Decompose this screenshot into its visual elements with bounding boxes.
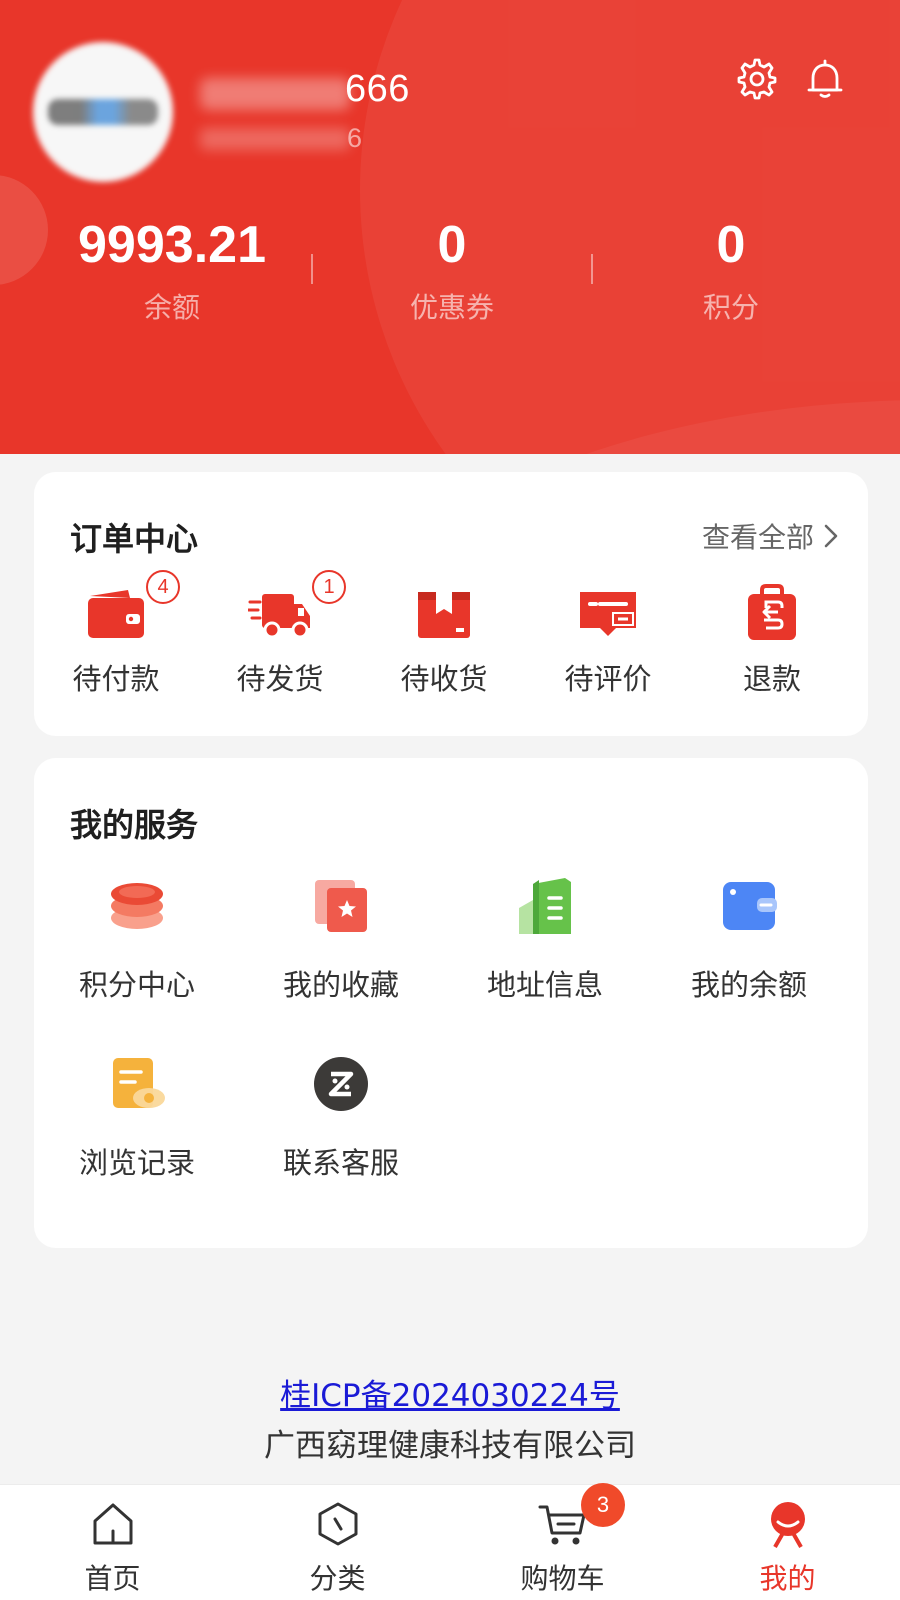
- bell-icon: [807, 59, 843, 98]
- wallet-icon: [88, 590, 144, 638]
- tab-home[interactable]: 首页: [0, 1485, 225, 1600]
- pending-shipment-badge: 1: [312, 570, 346, 604]
- chevron-right-icon: [824, 524, 838, 548]
- order-label: 退款: [742, 662, 801, 696]
- avatar[interactable]: [33, 42, 173, 182]
- browsing-history[interactable]: 浏览记录: [52, 1054, 222, 1184]
- service-label: 浏览记录: [78, 1146, 195, 1180]
- service-label: 联系客服: [282, 1146, 399, 1180]
- wallet-card-icon: [723, 882, 777, 930]
- tab-label: 我的: [759, 1562, 816, 1595]
- settings-button[interactable]: [733, 55, 781, 103]
- category-icon: [318, 1502, 358, 1546]
- truck-icon: [248, 594, 310, 639]
- company-name: 广西窈理健康科技有限公司: [264, 1428, 636, 1464]
- balance-label: 余额: [143, 291, 200, 324]
- points-stat[interactable]: 0 积分: [591, 210, 871, 326]
- bottom-tab-bar: 首页 分类 3 购物车 我的: [0, 1483, 900, 1600]
- view-all-label: 查看全部: [701, 521, 814, 554]
- order-pending-receipt[interactable]: 待收货: [382, 584, 502, 696]
- coins-stack-icon: [111, 883, 163, 929]
- order-pending-review[interactable]: 待评价: [546, 584, 666, 696]
- my-balance[interactable]: 我的余额: [664, 876, 834, 1006]
- my-services-card: 我的服务 积分中心 我的收藏 地址信息 我的余额 浏览记录 联系客服: [34, 758, 868, 1248]
- order-label: 待收货: [400, 662, 488, 696]
- service-label: 我的余额: [690, 968, 807, 1002]
- account-stats: 9993.21 余额 0 优惠券 0 积分: [0, 210, 900, 340]
- phone-blurred: [200, 128, 350, 150]
- tab-label: 分类: [309, 1562, 366, 1595]
- refund-bag-icon: [748, 584, 796, 640]
- gear-icon: [737, 58, 777, 100]
- order-label: 待评价: [564, 662, 652, 696]
- points-value: 0: [716, 216, 746, 274]
- cart-count-badge: 3: [581, 1483, 625, 1527]
- notifications-button[interactable]: [801, 55, 849, 103]
- my-favorites[interactable]: 我的收藏: [256, 876, 426, 1006]
- order-center-card: 订单中心 查看全部 4 待付款 1 待发货 待收货 待评价 退款: [34, 472, 868, 736]
- my-services-title: 我的服务: [70, 806, 199, 844]
- order-pending-shipment[interactable]: 1 待发货: [218, 570, 346, 696]
- balance-value: 9993.21: [78, 216, 266, 274]
- order-label: 待付款: [72, 662, 160, 696]
- package-icon: [418, 592, 470, 638]
- points-label: 积分: [702, 291, 759, 324]
- order-refund[interactable]: 退款: [710, 584, 830, 696]
- order-center-title: 订单中心: [70, 520, 199, 558]
- service-label: 地址信息: [486, 968, 603, 1002]
- comment-icon: [580, 592, 636, 636]
- service-icon: [314, 1057, 368, 1111]
- coupons-label: 优惠券: [409, 291, 494, 324]
- contact-support[interactable]: 联系客服: [256, 1054, 426, 1184]
- tab-category[interactable]: 分类: [225, 1485, 450, 1600]
- coupons-value: 0: [437, 216, 467, 274]
- tab-mine[interactable]: 我的: [675, 1485, 900, 1600]
- pending-payment-badge: 4: [146, 570, 180, 604]
- profile-header: 666 6 9993.21 余额 0 优惠券 0 积分: [0, 0, 900, 454]
- username: 666: [345, 68, 410, 110]
- history-doc-icon: [113, 1058, 165, 1108]
- view-all-orders-link[interactable]: 查看全部: [702, 516, 840, 556]
- home-icon: [93, 1503, 133, 1545]
- order-label: 待发货: [236, 662, 324, 696]
- address-info[interactable]: 地址信息: [460, 876, 630, 1006]
- balance-stat[interactable]: 9993.21 余额: [32, 210, 312, 326]
- username-blurred: [200, 78, 350, 110]
- profile-icon: [771, 1502, 805, 1548]
- user-phone: 6: [347, 123, 363, 153]
- building-icon: [519, 878, 571, 934]
- tab-label: 购物车: [520, 1562, 605, 1595]
- icp-license-link[interactable]: 桂ICP备2024030224号: [0, 1370, 900, 1415]
- order-pending-payment[interactable]: 4 待付款: [54, 570, 180, 696]
- tab-cart[interactable]: 3 购物车: [450, 1483, 675, 1600]
- tab-label: 首页: [84, 1562, 141, 1595]
- service-label: 我的收藏: [282, 968, 399, 1002]
- favorite-star-icon: [315, 880, 367, 932]
- service-label: 积分中心: [78, 968, 195, 1002]
- coupons-stat[interactable]: 0 优惠券: [312, 210, 592, 326]
- points-center[interactable]: 积分中心: [52, 876, 222, 1006]
